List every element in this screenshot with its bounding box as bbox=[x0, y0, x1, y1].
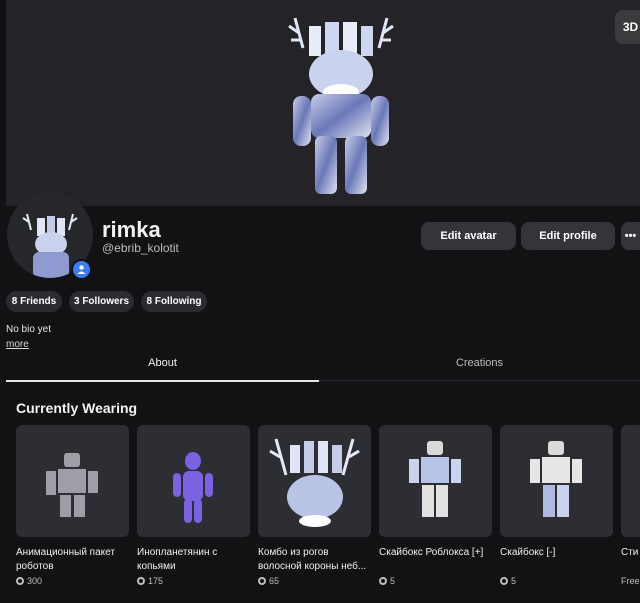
price-value: 65 bbox=[269, 576, 280, 586]
item-price: 5 bbox=[500, 576, 516, 586]
wearing-item-card[interactable] bbox=[16, 425, 129, 537]
item-thumbnail bbox=[46, 453, 98, 517]
item-thumbnail bbox=[173, 452, 213, 523]
price-value: Free bbox=[621, 576, 640, 586]
edit-avatar-button[interactable]: Edit avatar bbox=[421, 222, 516, 250]
user-status-icon bbox=[71, 259, 92, 280]
robux-icon bbox=[258, 577, 266, 585]
item-price: 300 bbox=[16, 576, 42, 586]
price-value: 5 bbox=[511, 576, 517, 586]
item-price: Free bbox=[621, 576, 640, 586]
item-thumbnail bbox=[530, 441, 582, 517]
bio-text: No bio yet bbox=[6, 324, 52, 335]
item-price: 65 bbox=[258, 576, 279, 586]
tab-creations[interactable]: Creations bbox=[319, 357, 640, 369]
more-options-button[interactable]: ••• bbox=[621, 222, 640, 250]
avatar-3d-render bbox=[288, 17, 394, 194]
tab-divider bbox=[319, 380, 640, 381]
wearing-item-card[interactable] bbox=[258, 425, 371, 537]
item-name[interactable]: Сти bbox=[621, 546, 640, 560]
active-tab-indicator bbox=[6, 380, 319, 382]
username: @ebrib_kolotit bbox=[102, 241, 179, 255]
robux-icon bbox=[16, 577, 24, 585]
wearing-item-card[interactable] bbox=[621, 425, 640, 537]
item-thumbnail bbox=[269, 438, 360, 527]
following-count[interactable]: 8 Following bbox=[141, 291, 207, 312]
tab-about[interactable]: About bbox=[6, 357, 319, 369]
bio-more-link[interactable]: more bbox=[6, 339, 29, 350]
wearing-item-card[interactable] bbox=[500, 425, 613, 537]
robux-icon bbox=[500, 577, 508, 585]
price-value: 5 bbox=[390, 576, 396, 586]
edit-profile-button[interactable]: Edit profile bbox=[521, 222, 615, 250]
currently-wearing-title: Currently Wearing bbox=[16, 400, 138, 416]
item-thumbnail bbox=[409, 441, 461, 517]
item-name[interactable]: Анимационный пакет роботов bbox=[16, 546, 132, 574]
item-price: 175 bbox=[137, 576, 163, 586]
item-name[interactable]: Скайбокс [-] bbox=[500, 546, 616, 560]
wearing-item-card[interactable] bbox=[137, 425, 250, 537]
price-value: 300 bbox=[27, 576, 43, 586]
item-name[interactable]: Комбо из рогов волосной короны неб... bbox=[258, 546, 374, 574]
friends-count[interactable]: 8 Friends bbox=[6, 291, 62, 312]
view-3d-button[interactable]: 3D bbox=[615, 10, 640, 44]
avatar-hero: 3D bbox=[6, 0, 640, 206]
display-name: rimka bbox=[102, 217, 161, 242]
followers-count[interactable]: 3 Followers bbox=[69, 291, 134, 312]
robux-icon bbox=[379, 577, 387, 585]
item-name[interactable]: Скайбокс Роблокса [+] bbox=[379, 546, 495, 560]
item-price: 5 bbox=[379, 576, 395, 586]
robux-icon bbox=[137, 577, 145, 585]
item-name[interactable]: Инопланетянин с копьями bbox=[137, 546, 253, 574]
wearing-item-card[interactable] bbox=[379, 425, 492, 537]
price-value: 175 bbox=[148, 576, 164, 586]
